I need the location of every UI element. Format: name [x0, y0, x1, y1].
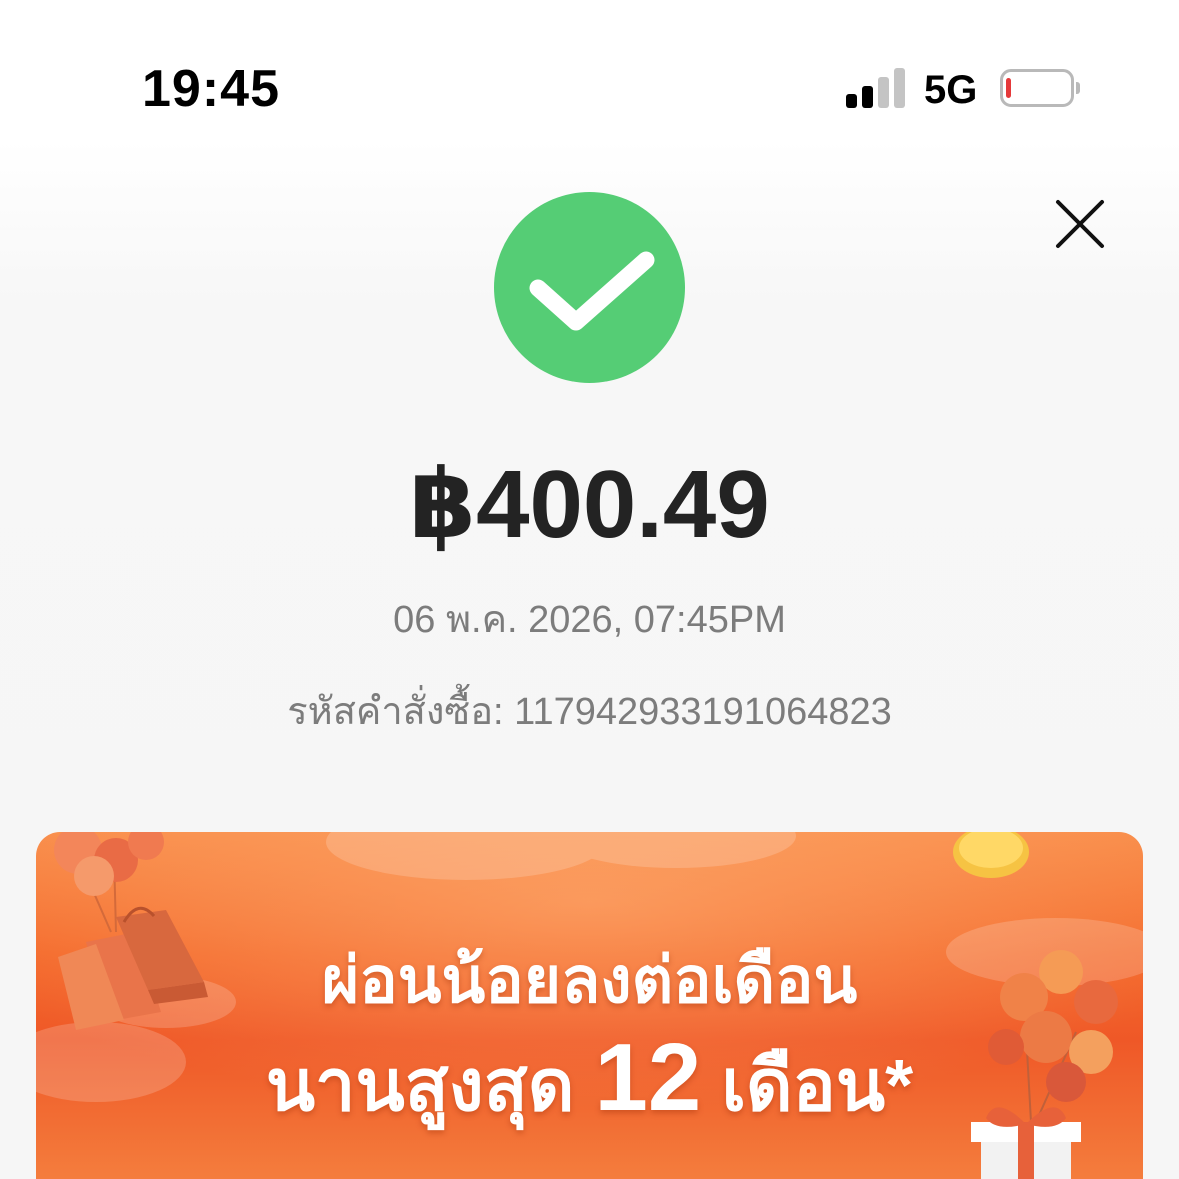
promo-suffix: เดือน*: [721, 1046, 914, 1126]
promo-headline: ผ่อนน้อยลงต่อเดือน: [321, 944, 858, 1016]
payment-amount: ฿400.49: [409, 451, 770, 558]
order-id-row: รหัสคำสั่งซื้อ: 117942933191064823: [0, 688, 1179, 736]
promo-prefix: นานสูงสุด: [265, 1046, 575, 1126]
payment-datetime: 06 พ.ค. 2026, 07:45PM: [393, 599, 786, 641]
signal-bar: [846, 94, 857, 108]
close-button[interactable]: [1050, 194, 1110, 254]
signal-icon: [846, 68, 908, 108]
status-time: 19:45: [142, 60, 280, 118]
network-label: 5G: [924, 68, 978, 112]
close-icon: [1056, 200, 1104, 248]
battery-icon: [1000, 69, 1080, 107]
promo-banner[interactable]: ผ่อนน้อยลงต่อเดือน นานสูงสุด 12 เดือน*: [36, 832, 1143, 1179]
order-id-label: รหัสคำสั่งซื้อ:: [287, 691, 504, 733]
checkmark-icon: [494, 192, 685, 383]
promo-subheadline: นานสูงสุด 12 เดือน*: [36, 1030, 1143, 1134]
promo-months-number: 12: [594, 1024, 702, 1131]
order-id-value[interactable]: 117942933191064823: [514, 691, 892, 733]
signal-bar: [894, 68, 905, 108]
signal-bar: [862, 86, 873, 108]
battery-level: [1006, 78, 1011, 98]
signal-bar: [878, 77, 889, 108]
status-bar: 19:45 5G: [0, 0, 1179, 150]
